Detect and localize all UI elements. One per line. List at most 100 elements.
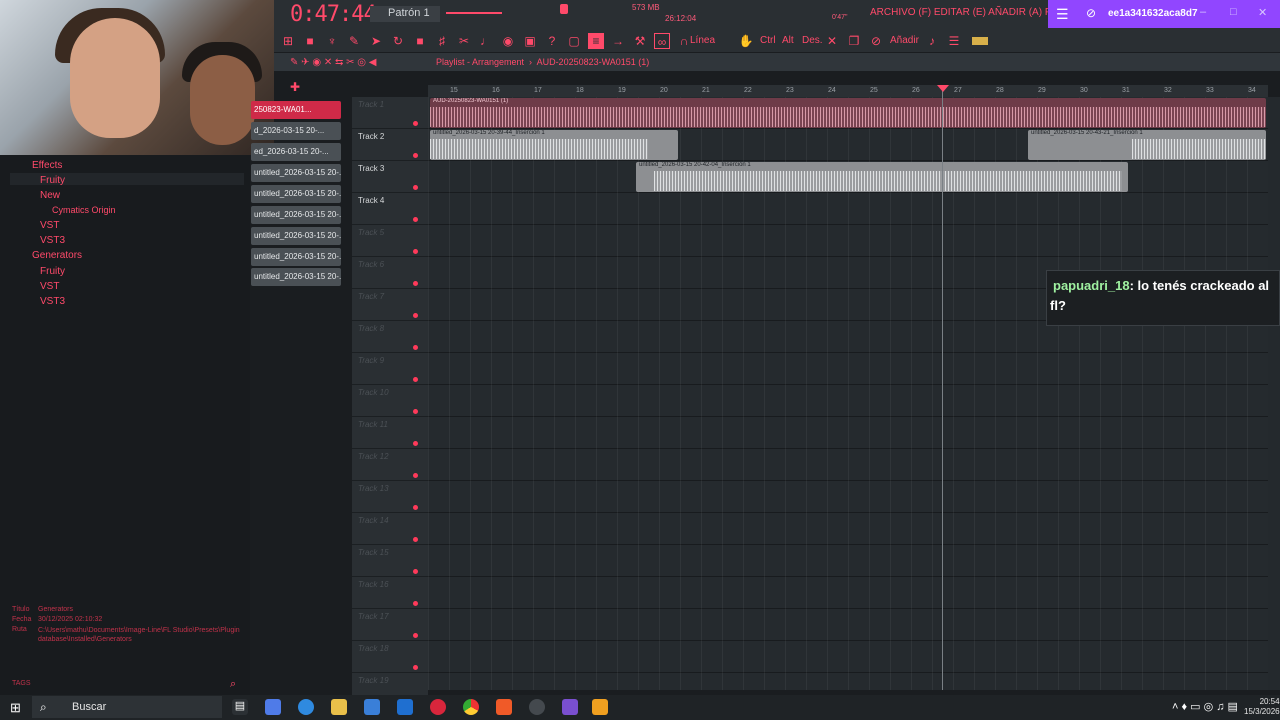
browser-item-vst-gen[interactable]: VST	[40, 281, 59, 292]
arrow-icon[interactable]: ➤	[368, 33, 384, 49]
brave-icon[interactable]	[496, 699, 512, 715]
channel-item[interactable]: ed_2026-03-15 20-...	[251, 143, 341, 161]
channel-item[interactable]: untitled_2026-03-15 20-...	[251, 268, 341, 286]
track-mute-led[interactable]	[413, 121, 418, 126]
mic-icon-2[interactable]: ♪	[924, 33, 940, 49]
track-mute-led[interactable]	[413, 185, 418, 190]
browser-item-cymatics[interactable]: Cymatics Origin	[52, 205, 116, 215]
track-mute-led[interactable]	[413, 601, 418, 606]
playhead-marker-icon[interactable]	[937, 85, 949, 92]
copy-icon[interactable]: ❐	[846, 33, 862, 49]
add-button[interactable]: Añadir	[890, 35, 919, 46]
audio-clip[interactable]: untitled_2026-03-15 20-42-04_Inserción 1	[636, 162, 1128, 192]
track-mute-led[interactable]	[413, 217, 418, 222]
help-icon[interactable]: ?	[544, 33, 560, 49]
close-icon[interactable]: ✕	[1258, 6, 1267, 19]
channel-item[interactable]: untitled_2026-03-15 20-...	[251, 248, 341, 266]
app-icon[interactable]	[430, 699, 446, 715]
track-mute-led[interactable]	[413, 473, 418, 478]
channel-item[interactable]: 250823-WA01...	[251, 101, 341, 119]
playlist-tools-icon[interactable]: ✎ ✈ ◉ ✕ ⇆ ✂ ◎ ◀	[290, 57, 376, 68]
task-view-icon[interactable]: ▤	[232, 699, 248, 715]
ctrl-button[interactable]: Ctrl	[760, 35, 776, 46]
copilot-icon[interactable]	[265, 699, 281, 715]
hide-icon[interactable]: ⊘	[1086, 6, 1096, 20]
windows-start-icon[interactable]: ⊞	[10, 700, 21, 716]
taskbar-search[interactable]: Buscar	[32, 696, 222, 718]
track-mute-led[interactable]	[413, 441, 418, 446]
master-volume-slider[interactable]	[446, 12, 502, 14]
maximize-icon[interactable]: □	[1230, 6, 1237, 18]
cut-icon[interactable]: ✂	[456, 33, 472, 49]
hand-icon[interactable]: ✋	[738, 33, 754, 49]
track-mute-led[interactable]	[413, 377, 418, 382]
hamburger-icon[interactable]: ☰	[1056, 6, 1069, 23]
channel-item[interactable]: untitled_2026-03-15 20-...	[251, 164, 341, 182]
timeline-ruler[interactable]	[428, 85, 1268, 97]
track-mute-led[interactable]	[413, 569, 418, 574]
edge-icon[interactable]	[298, 699, 314, 715]
slice-icon[interactable]: ⊘	[868, 33, 884, 49]
pin-icon[interactable]: ♆	[324, 33, 340, 49]
search-icon[interactable]: ⌕	[230, 678, 236, 691]
menu-icon[interactable]: ☰	[946, 33, 962, 49]
mic-icon[interactable]: ♩	[478, 33, 494, 49]
tray-icons[interactable]: ˄ ♦ ▭ ◎ ♫ ▤	[1172, 700, 1238, 713]
mixer-icon[interactable]: ♯	[434, 33, 450, 49]
audio-clip[interactable]: AUD-20250823-WA0151 (1)	[430, 98, 1266, 128]
browser-item-fruity[interactable]: Fruity	[40, 175, 65, 186]
track-mute-led[interactable]	[413, 345, 418, 350]
track-mute-led[interactable]	[413, 249, 418, 254]
snap-icon[interactable]: ⊞	[280, 33, 296, 49]
snap-mode[interactable]: Línea	[690, 35, 715, 46]
mail-icon[interactable]	[397, 699, 413, 715]
browser-icon[interactable]: ▣	[522, 33, 538, 49]
channel-item[interactable]: d_2026-03-15 20-...	[251, 122, 341, 140]
track-mute-led[interactable]	[413, 633, 418, 638]
add-channel-icon[interactable]: ✚	[290, 80, 300, 94]
track-mute-led[interactable]	[413, 505, 418, 510]
browser-item-vst3[interactable]: VST3	[40, 235, 65, 246]
window-icon[interactable]: ▢	[566, 33, 582, 49]
stop-icon[interactable]: ■	[412, 33, 428, 49]
browser-item-effects[interactable]: Effects	[32, 160, 62, 171]
store-icon[interactable]	[364, 699, 380, 715]
playhead[interactable]	[942, 85, 943, 690]
fl-studio-icon[interactable]	[592, 699, 608, 715]
obs-icon[interactable]	[529, 699, 545, 715]
song-time[interactable]: 0:47:44	[290, 2, 377, 27]
save-icon[interactable]: ■	[302, 33, 318, 49]
taskbar-clock[interactable]: 20:54 15/3/2026	[1244, 697, 1280, 717]
pencil-icon[interactable]: ✎	[346, 33, 362, 49]
record-icon[interactable]	[560, 4, 568, 14]
channel-item[interactable]: untitled_2026-03-15 20-...	[251, 206, 341, 224]
track-mute-led[interactable]	[413, 313, 418, 318]
minimize-icon[interactable]: –	[1200, 6, 1206, 18]
browser-item-fruity-gen[interactable]: Fruity	[40, 266, 65, 277]
deselect-button[interactable]: Des.	[802, 35, 823, 46]
plugin-icon[interactable]: ◉	[500, 33, 516, 49]
track-mute-led[interactable]	[413, 537, 418, 542]
chrome-icon[interactable]	[463, 699, 479, 715]
browser-item-vst[interactable]: VST	[40, 220, 59, 231]
brush-icon[interactable]: ⚒	[632, 33, 648, 49]
browser-item-new[interactable]: New	[40, 190, 60, 201]
track-mute-led[interactable]	[413, 153, 418, 158]
channel-item[interactable]: untitled_2026-03-15 20-...	[251, 227, 341, 245]
loop-icon[interactable]: ↻	[390, 33, 406, 49]
link-icon[interactable]: ∞	[654, 33, 670, 49]
browser-item-generators[interactable]: Generators	[32, 250, 82, 261]
delete-icon[interactable]: ✕	[824, 33, 840, 49]
audio-clip[interactable]: untitled_2026-03-15 20-43-21_Inserción 1	[1028, 130, 1266, 160]
track-mute-led[interactable]	[413, 409, 418, 414]
playlist-icon[interactable]: ≡	[588, 33, 604, 49]
track-mute-led[interactable]	[413, 281, 418, 286]
audio-clip[interactable]: untitled_2026-03-15 20-39-44_Inserción 1	[430, 130, 678, 160]
pattern-selector[interactable]: Patrón 1	[370, 6, 440, 22]
alt-button[interactable]: Alt	[782, 35, 794, 46]
next-icon[interactable]: →	[610, 33, 626, 49]
track-mute-led[interactable]	[413, 665, 418, 670]
app2-icon[interactable]	[562, 699, 578, 715]
browser-item-vst3-gen[interactable]: VST3	[40, 296, 65, 307]
explorer-icon[interactable]	[331, 699, 347, 715]
